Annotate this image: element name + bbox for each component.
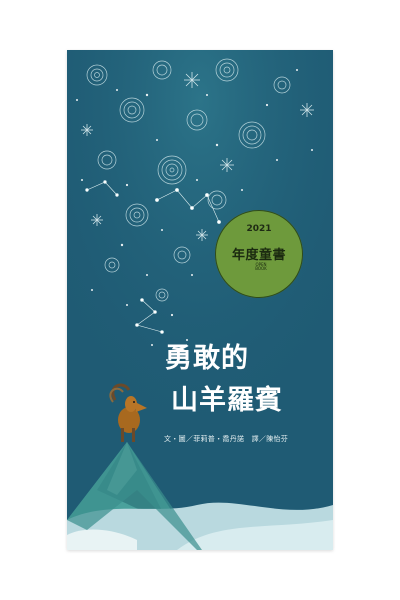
title-line-1: 勇敢的	[165, 343, 249, 374]
author-credits: 文・圖／菲莉普・喬丹諾 譯／陳怡芬	[164, 435, 289, 443]
award-badge: 2021 年度童書 OPEN BOOK	[215, 210, 303, 298]
cover-illustration	[67, 50, 333, 550]
publisher-logo: OPEN BOOK	[255, 262, 267, 272]
title-line-2: 山羊羅賓	[171, 385, 283, 416]
book-cover: 勇敢的 山羊羅賓 文・圖／菲莉普・喬丹諾 譯／陳怡芬 2021 年度童書 OPE…	[67, 50, 333, 550]
badge-year: 2021	[246, 224, 272, 234]
badge-label: 年度童書	[231, 248, 286, 263]
